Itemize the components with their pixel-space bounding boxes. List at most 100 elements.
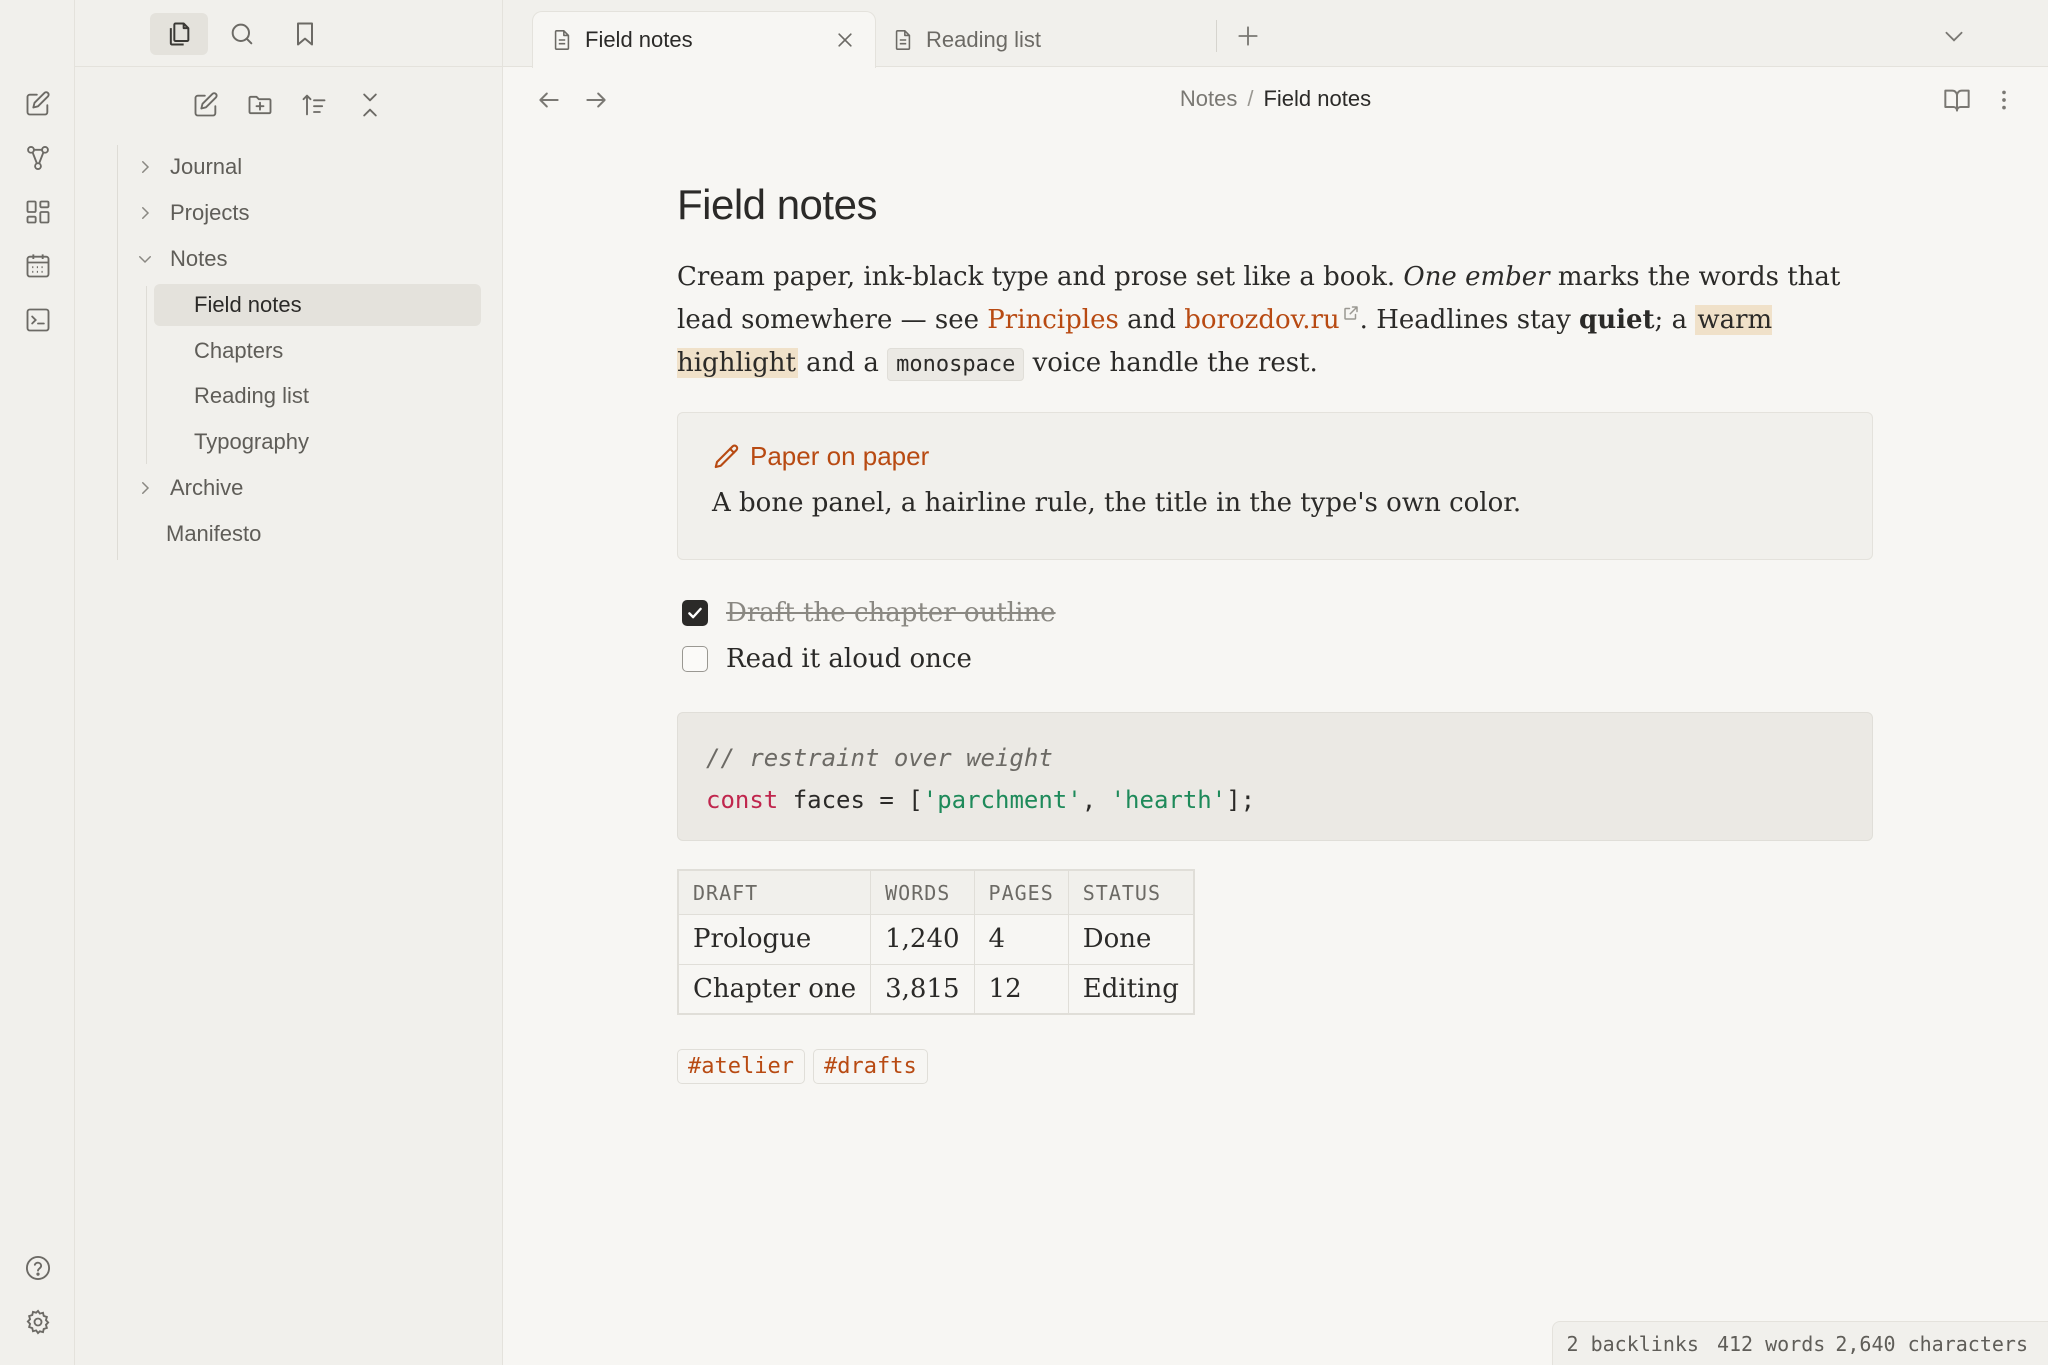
new-note-icon[interactable] — [185, 84, 227, 126]
tree-folder-journal[interactable]: Journal — [134, 146, 242, 188]
table-cell: Prologue — [677, 913, 872, 965]
table-cell: Chapter one — [677, 963, 872, 1015]
more-options-icon[interactable] — [1986, 82, 2022, 118]
tree-item-label: Journal — [170, 154, 243, 179]
chevron-right-icon — [134, 202, 156, 224]
code-block[interactable]: // restraint over weight const faces = [… — [677, 712, 1873, 842]
bookmark-icon[interactable] — [276, 13, 334, 55]
tree-item-label: Notes — [170, 246, 228, 271]
task-label: Draft the chapter outline — [726, 598, 1056, 629]
code-string: 'parchment' — [922, 786, 1082, 815]
sort-icon[interactable] — [293, 84, 335, 126]
close-icon[interactable] — [831, 26, 859, 54]
code-string: 'hearth' — [1110, 786, 1227, 815]
task-item: Read it aloud once — [677, 636, 1873, 682]
canvas-icon[interactable] — [18, 192, 58, 232]
text: voice handle the rest. — [1024, 348, 1318, 379]
new-tab-plus-icon[interactable] — [1230, 18, 1266, 54]
tree-item-label: Typography — [194, 429, 309, 454]
sidebar-tab-strip — [75, 0, 503, 67]
table-cell: 3,815 — [870, 963, 975, 1015]
breadcrumb: Notes / Field notes — [503, 86, 2048, 112]
breadcrumb-folder[interactable]: Notes — [1180, 86, 1237, 111]
search-icon[interactable] — [213, 13, 271, 55]
tab-field-notes[interactable]: Field notes — [532, 11, 876, 68]
callout: Paper on paper A bone panel, a hairline … — [677, 412, 1873, 561]
code-text: faces = [ — [778, 786, 923, 815]
text: and — [1118, 305, 1185, 336]
terminal-icon[interactable] — [18, 300, 58, 340]
tab-label: Field notes — [585, 27, 693, 52]
backlinks-count[interactable]: 2 backlinks — [1567, 1332, 1699, 1356]
external-link-icon — [1342, 304, 1360, 322]
note-paragraph: Cream paper, ink-black type and prose se… — [677, 256, 1873, 386]
task-list: Draft the chapter outline Read it aloud … — [677, 590, 1873, 682]
tab-reading-list[interactable]: Reading list — [874, 11, 1214, 68]
breadcrumb-current[interactable]: Field notes — [1263, 86, 1371, 111]
character-count: 2,640 characters — [1835, 1331, 2028, 1356]
drafts-table: DRAFT WORDS PAGES STATUS Prologue 1,240 … — [677, 869, 1195, 1016]
files-icon[interactable] — [150, 13, 208, 55]
tab-list-chevron-down-icon[interactable] — [1936, 18, 1972, 54]
tree-item-label: Field notes — [194, 292, 302, 317]
breadcrumb-separator: / — [1247, 86, 1254, 111]
new-note-icon[interactable] — [18, 84, 58, 124]
tree-file-field-notes[interactable]: Field notes — [154, 284, 481, 326]
ribbon — [0, 0, 75, 1365]
tree-file-manifesto[interactable]: Manifesto — [166, 513, 261, 555]
inline-code: monospace — [887, 348, 1025, 382]
settings-icon[interactable] — [18, 1302, 58, 1342]
code-text: ]; — [1226, 786, 1256, 815]
chevron-right-icon — [134, 477, 156, 499]
tree-item-label: Reading list — [194, 383, 309, 408]
text: and a — [797, 348, 888, 379]
table-header: STATUS — [1067, 869, 1195, 915]
table-cell: 1,240 — [870, 913, 975, 965]
help-icon[interactable] — [18, 1248, 58, 1288]
table-header: DRAFT — [677, 869, 872, 915]
table-cell: Done — [1067, 913, 1195, 965]
callout-title: Paper on paper — [712, 441, 1838, 472]
tag-atelier[interactable]: #atelier — [677, 1049, 805, 1085]
tag-drafts[interactable]: #drafts — [812, 1049, 928, 1085]
tree-item-label: Archive — [170, 475, 244, 500]
tree-guide-line — [146, 286, 147, 464]
external-link-borozdov[interactable]: borozdov.ru — [1184, 305, 1339, 335]
internal-link-principles[interactable]: Principles — [987, 305, 1119, 335]
table-row: Prologue 1,240 4 Done — [677, 913, 1195, 965]
view-header: Notes / Field notes — [503, 68, 2048, 132]
tree-folder-archive[interactable]: Archive — [134, 467, 243, 509]
tree-folder-notes[interactable]: Notes — [134, 238, 227, 280]
collapse-all-icon[interactable] — [349, 84, 391, 126]
document-icon — [551, 29, 573, 51]
calendar-icon[interactable] — [18, 246, 58, 286]
tree-file-chapters[interactable]: Chapters — [154, 330, 283, 372]
task-label: Read it aloud once — [726, 644, 972, 675]
code-text: , — [1081, 786, 1111, 815]
checkbox-unchecked[interactable] — [682, 646, 708, 673]
document-icon — [892, 29, 914, 51]
table-header: PAGES — [973, 869, 1069, 915]
word-count: 412 words — [1716, 1331, 1826, 1356]
tree-folder-projects[interactable]: Projects — [134, 192, 249, 234]
new-folder-icon[interactable] — [239, 84, 281, 126]
tab-divider — [1216, 20, 1217, 52]
graph-view-icon[interactable] — [18, 138, 58, 178]
chevron-down-icon — [134, 248, 156, 270]
reading-view-book-icon[interactable] — [1939, 82, 1975, 118]
pencil-icon — [712, 442, 742, 472]
checkbox-checked[interactable] — [682, 600, 708, 627]
callout-body: A bone panel, a hairline rule, the title… — [712, 488, 1522, 519]
tab-bar: Field notes Reading list — [503, 0, 2048, 68]
table-header-row: DRAFT WORDS PAGES STATUS — [677, 869, 1195, 915]
italic-text: One ember — [1403, 262, 1550, 293]
tree-file-typography[interactable]: Typography — [154, 421, 309, 463]
table-cell: 4 — [973, 913, 1069, 965]
text: ; a — [1654, 305, 1696, 336]
code-line: const faces = ['parchment', 'hearth']; — [706, 779, 1844, 821]
tree-file-reading-list[interactable]: Reading list — [154, 375, 309, 417]
status-bar: 2 backlinks 412 words 2,640 characters — [1551, 1321, 2048, 1365]
tag-list: #atelier #drafts — [677, 1049, 1873, 1085]
note-title: Field notes — [677, 181, 877, 228]
code-keyword: const — [706, 786, 779, 815]
